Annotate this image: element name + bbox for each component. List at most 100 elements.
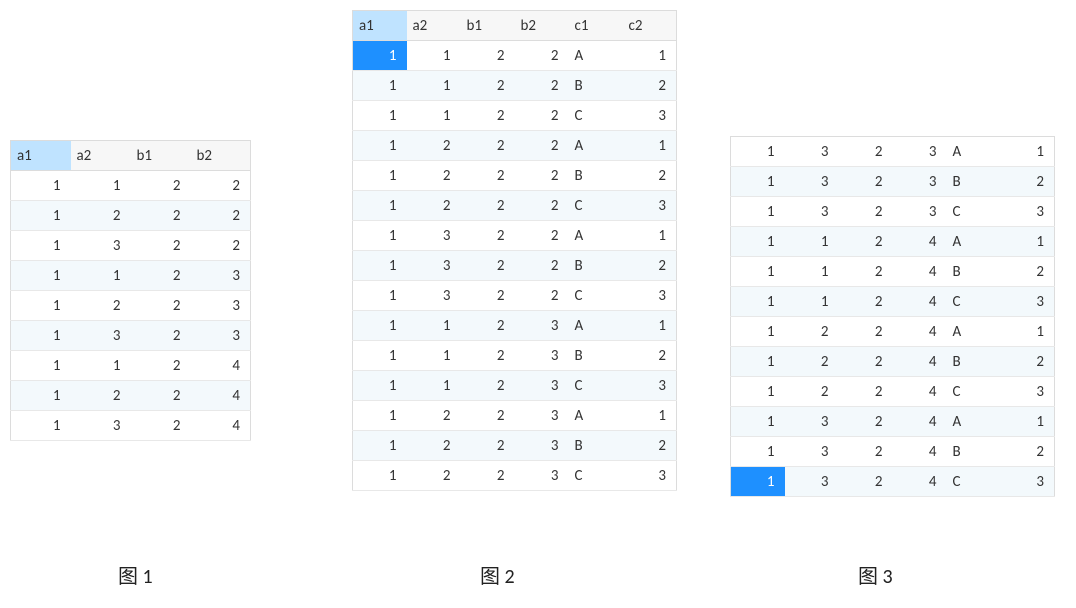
table-row[interactable]: 1122A1 [353, 41, 677, 71]
data-table-2[interactable]: a1a2b1b2c1c21122A11122B21122C31222A11222… [352, 10, 677, 491]
table-cell[interactable]: 2 [515, 251, 569, 281]
table-cell[interactable]: 1 [731, 197, 785, 227]
column-header[interactable]: b1 [131, 141, 191, 171]
table-cell[interactable]: 3 [71, 411, 131, 441]
table-cell[interactable]: 4 [191, 381, 251, 411]
table-row[interactable]: 1324A1 [731, 407, 1055, 437]
table-cell[interactable]: 2 [461, 161, 515, 191]
table-cell[interactable]: 3 [893, 197, 947, 227]
table-cell[interactable]: 2 [407, 161, 461, 191]
table-cell[interactable]: 3 [515, 371, 569, 401]
table-cell[interactable]: 2 [191, 231, 251, 261]
table-cell[interactable]: 2 [515, 101, 569, 131]
table-cell[interactable]: 2 [515, 71, 569, 101]
table-cell[interactable]: 1 [1001, 407, 1055, 437]
table-cell[interactable]: 3 [515, 431, 569, 461]
table-row[interactable]: 1124C3 [731, 287, 1055, 317]
table-cell[interactable]: 3 [71, 321, 131, 351]
table-cell[interactable]: 2 [407, 131, 461, 161]
table-cell[interactable]: A [569, 221, 623, 251]
table-row[interactable]: 1124B2 [731, 257, 1055, 287]
table-cell[interactable]: 4 [893, 377, 947, 407]
table-cell[interactable]: 1 [407, 41, 461, 71]
table-row[interactable]: 1322 [11, 231, 251, 261]
table-cell[interactable]: 1 [623, 131, 677, 161]
table-row[interactable]: 1224 [11, 381, 251, 411]
table-cell[interactable]: 3 [191, 291, 251, 321]
table-cell[interactable]: 3 [623, 371, 677, 401]
table-cell[interactable]: 1 [11, 201, 71, 231]
table-cell[interactable]: C [569, 281, 623, 311]
table-cell[interactable]: 1 [71, 351, 131, 381]
table-cell[interactable]: 1 [11, 171, 71, 201]
table-row[interactable]: 1322B2 [353, 251, 677, 281]
table-cell[interactable]: 1 [407, 101, 461, 131]
table-cell[interactable]: 1 [731, 257, 785, 287]
table-cell[interactable]: 2 [839, 287, 893, 317]
table-row[interactable]: 1122C3 [353, 101, 677, 131]
table-cell[interactable]: 2 [1001, 167, 1055, 197]
table-cell[interactable]: 2 [461, 281, 515, 311]
table-cell[interactable]: 2 [623, 341, 677, 371]
table-cell[interactable]: 2 [1001, 347, 1055, 377]
table-cell[interactable]: 2 [515, 191, 569, 221]
table-cell[interactable]: 2 [71, 291, 131, 321]
table-cell[interactable]: 3 [785, 137, 839, 167]
table-cell[interactable]: 1 [353, 461, 407, 491]
table-cell[interactable]: 4 [191, 411, 251, 441]
table-cell[interactable]: 1 [11, 351, 71, 381]
table-cell[interactable]: 1 [353, 281, 407, 311]
table-cell[interactable]: 2 [839, 197, 893, 227]
table-row[interactable]: 1324C3 [731, 467, 1055, 497]
table-cell[interactable]: 2 [623, 431, 677, 461]
table-cell[interactable]: 3 [191, 321, 251, 351]
table-cell[interactable]: 1 [11, 381, 71, 411]
table-cell[interactable]: 2 [515, 41, 569, 71]
table-cell[interactable]: 2 [131, 351, 191, 381]
table-cell[interactable]: B [947, 437, 1001, 467]
table-cell[interactable]: 2 [461, 431, 515, 461]
table-cell[interactable]: 2 [839, 317, 893, 347]
table-cell[interactable]: 2 [461, 41, 515, 71]
table-cell[interactable]: 2 [1001, 257, 1055, 287]
table-cell[interactable]: 1 [353, 431, 407, 461]
table-cell[interactable]: C [947, 467, 1001, 497]
table-cell[interactable]: B [947, 347, 1001, 377]
table-cell[interactable]: 3 [515, 461, 569, 491]
table-cell[interactable]: 2 [71, 381, 131, 411]
table-cell[interactable]: 1 [353, 71, 407, 101]
table-row[interactable]: 1124 [11, 351, 251, 381]
table-cell[interactable]: 2 [515, 161, 569, 191]
table-cell[interactable]: 2 [407, 431, 461, 461]
table-cell[interactable]: 2 [839, 167, 893, 197]
table-row[interactable]: 1222 [11, 201, 251, 231]
table-cell[interactable]: 3 [893, 167, 947, 197]
column-header[interactable]: c2 [623, 11, 677, 41]
table-cell[interactable]: 1 [11, 231, 71, 261]
table-row[interactable]: 1124A1 [731, 227, 1055, 257]
table-cell[interactable]: 2 [131, 261, 191, 291]
table-cell[interactable]: 2 [515, 281, 569, 311]
table-cell[interactable]: A [569, 401, 623, 431]
table-row[interactable]: 1123A1 [353, 311, 677, 341]
table-cell[interactable]: 2 [461, 191, 515, 221]
column-header[interactable]: a2 [407, 11, 461, 41]
table-cell[interactable]: 4 [893, 347, 947, 377]
table-cell[interactable]: 4 [893, 257, 947, 287]
table-cell[interactable]: 3 [623, 281, 677, 311]
table-cell[interactable]: 1 [731, 137, 785, 167]
table-row[interactable]: 1323 [11, 321, 251, 351]
table-cell[interactable]: A [569, 131, 623, 161]
data-table-1[interactable]: a1a2b1b211221222132211231223132311241224… [10, 140, 251, 441]
table-cell[interactable]: 1 [731, 287, 785, 317]
table-cell[interactable]: 4 [893, 287, 947, 317]
table-cell[interactable]: B [569, 431, 623, 461]
table-cell[interactable]: 1 [71, 171, 131, 201]
table-cell[interactable]: A [947, 227, 1001, 257]
table-cell[interactable]: 1 [1001, 137, 1055, 167]
table-cell[interactable]: A [947, 407, 1001, 437]
table-row[interactable]: 1223B2 [353, 431, 677, 461]
column-header[interactable]: b1 [461, 11, 515, 41]
table-cell[interactable]: 3 [623, 461, 677, 491]
table-cell[interactable]: 2 [131, 231, 191, 261]
